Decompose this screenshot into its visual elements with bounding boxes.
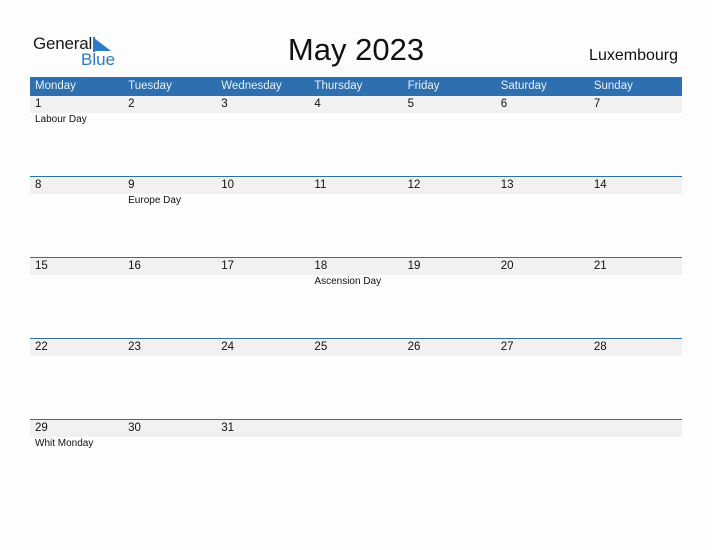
- day-number: 3: [221, 98, 228, 110]
- holiday-label: [496, 113, 589, 127]
- day-number: 24: [221, 340, 235, 353]
- day-number: 13: [500, 178, 514, 191]
- day-number: 14: [593, 178, 607, 191]
- holiday-label: Whit Monday: [35, 437, 94, 449]
- day-number: [496, 420, 589, 437]
- holiday-label: [403, 275, 496, 289]
- holiday-label: [123, 275, 216, 289]
- holiday-label: [123, 113, 216, 127]
- holiday-label: [123, 437, 216, 451]
- day-number: [403, 420, 496, 437]
- holiday-label: [589, 113, 682, 127]
- holiday-label: [496, 437, 589, 451]
- weekday-friday: Friday: [407, 80, 440, 92]
- day-number: 15: [35, 259, 48, 272]
- day-number: 10: [221, 178, 235, 191]
- calendar-grid: Monday Tuesday Wednesday Thursday Friday…: [30, 77, 682, 449]
- day-number: 29: [35, 421, 48, 434]
- weekday-thursday: Thursday: [314, 80, 363, 92]
- day-number: [309, 420, 402, 437]
- holiday-label: [589, 437, 682, 451]
- date-row: 8 9 10 11 12 13 14: [30, 175, 682, 194]
- day-number: 1: [35, 98, 42, 110]
- holiday-label: [309, 113, 402, 127]
- date-row: 22 23 24 25 26 27 28: [30, 337, 682, 356]
- weekday-sunday: Sunday: [593, 80, 633, 92]
- day-number: 28: [593, 340, 607, 353]
- event-row: Europe Day: [30, 194, 682, 208]
- holiday-label: [403, 113, 496, 127]
- event-row: Whit Monday: [30, 437, 682, 451]
- holiday-label: [309, 194, 402, 208]
- holiday-label: [403, 437, 496, 451]
- event-row: Labour Day: [30, 113, 682, 127]
- day-number: 17: [221, 259, 235, 272]
- week-row: 29 30 31 Whit Monday: [30, 418, 682, 451]
- date-row: 15 16 17 18 19 20 21: [30, 256, 682, 275]
- day-number: 19: [407, 259, 421, 272]
- holiday-label: Labour Day: [35, 114, 87, 125]
- weekday-tuesday: Tuesday: [128, 80, 172, 92]
- week-row: 8 9 10 11 12 13 14 Europe Day: [30, 175, 682, 208]
- day-number: 18: [314, 259, 328, 272]
- holiday-label: [216, 113, 309, 127]
- day-number: 9: [128, 178, 135, 191]
- day-number: 23: [128, 340, 141, 353]
- day-number: 16: [128, 259, 141, 272]
- day-number: 7: [593, 98, 601, 110]
- day-number: 5: [407, 98, 414, 110]
- country-label: Luxembourg: [589, 47, 678, 64]
- holiday-label: [216, 437, 309, 451]
- week-row: 1 2 3 4 5 6 7 Labour Day: [30, 96, 682, 127]
- holiday-label: Ascension Day: [314, 275, 382, 287]
- holiday-label: Europe Day: [128, 194, 181, 206]
- date-row: 1 2 3 4 5 6 7: [30, 96, 682, 113]
- day-number: 25: [314, 340, 328, 353]
- holiday-label: [309, 437, 402, 451]
- holiday-label: [496, 194, 589, 208]
- day-number: 27: [500, 340, 514, 353]
- week-row: 22 23 24 25 26 27 28: [30, 337, 682, 356]
- weekday-saturday: Saturday: [500, 80, 547, 92]
- holiday-label: [30, 275, 123, 289]
- date-row: 29 30 31: [30, 418, 682, 437]
- day-number: 12: [407, 178, 421, 191]
- day-number: 2: [128, 98, 135, 110]
- day-number: 22: [35, 340, 48, 353]
- day-number: 30: [128, 421, 141, 434]
- day-number: 6: [500, 98, 508, 110]
- week-row: 15 16 17 18 19 20 21 Ascension Day: [30, 256, 682, 289]
- day-number: 31: [221, 421, 235, 434]
- holiday-label: [496, 275, 589, 289]
- weekday-header: Monday Tuesday Wednesday Thursday Friday…: [30, 77, 682, 96]
- holiday-label: [589, 275, 682, 289]
- holiday-label: [403, 194, 496, 208]
- day-number: 11: [314, 178, 327, 191]
- event-row: Ascension Day: [30, 275, 682, 289]
- day-number: 21: [593, 259, 607, 272]
- weekday-monday: Monday: [35, 80, 76, 92]
- holiday-label: [30, 194, 123, 208]
- holiday-label: [216, 194, 309, 208]
- day-number: [589, 420, 682, 437]
- holiday-label: [589, 194, 682, 208]
- day-number: 4: [314, 98, 321, 110]
- weekday-wednesday: Wednesday: [221, 80, 282, 92]
- day-number: 8: [35, 178, 42, 191]
- day-number: 26: [407, 340, 421, 353]
- day-number: 20: [500, 259, 514, 272]
- holiday-label: [216, 275, 309, 289]
